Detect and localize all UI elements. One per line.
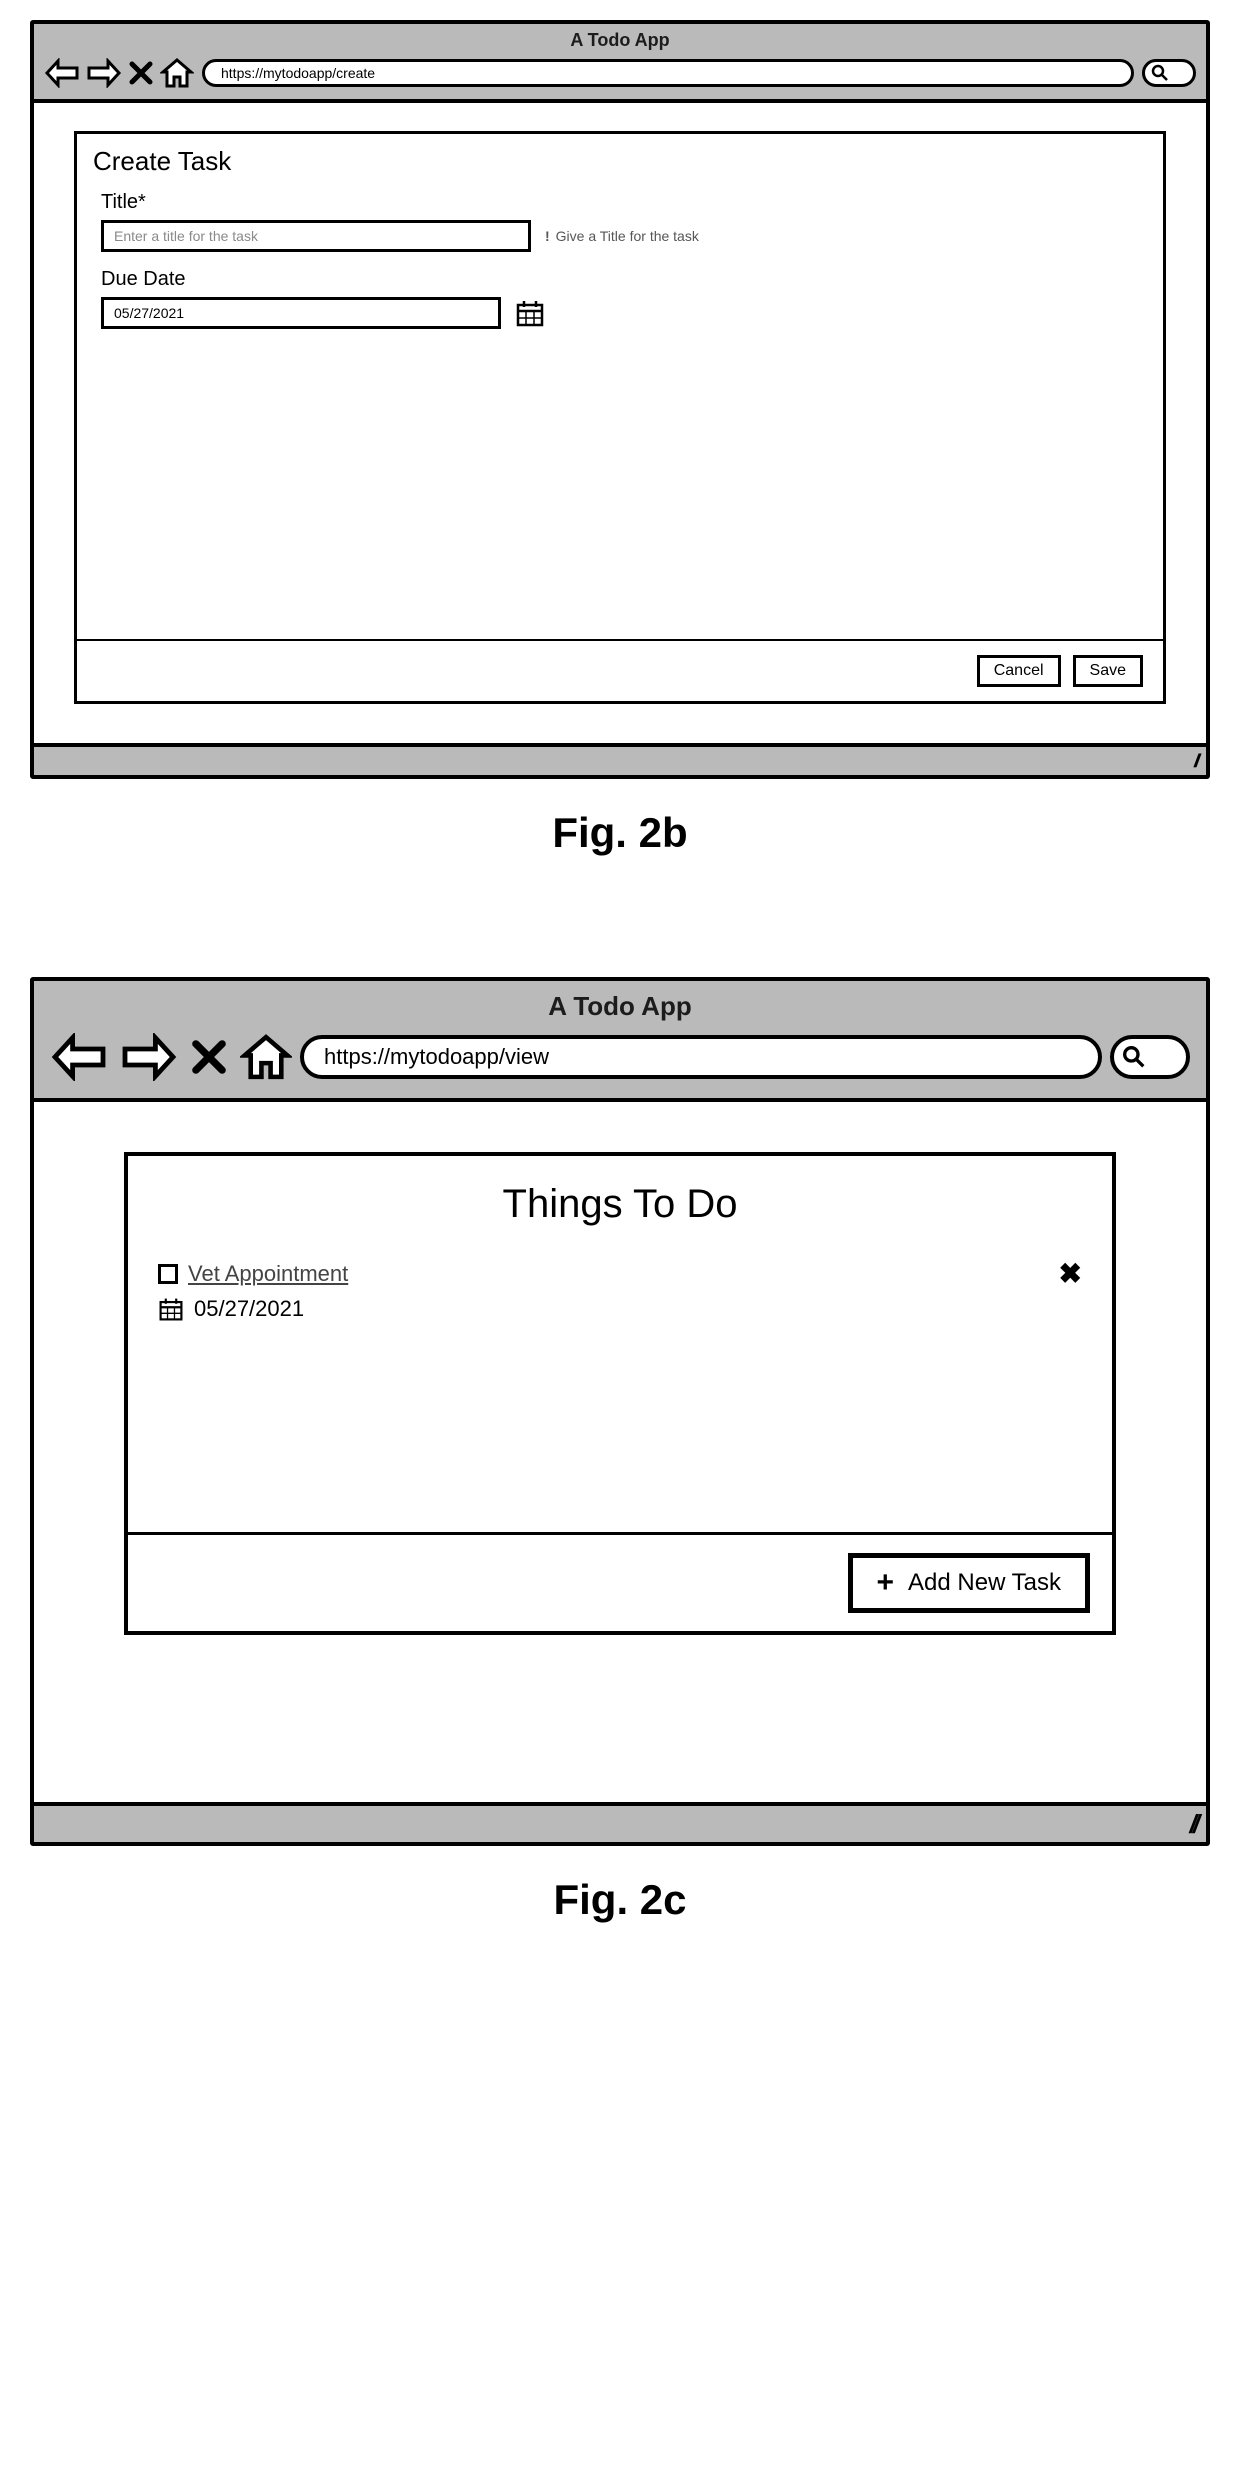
- panel-empty-space: [77, 339, 1163, 639]
- add-button-label: Add New Task: [908, 1569, 1061, 1597]
- stop-icon[interactable]: [190, 1038, 228, 1076]
- status-bar: //: [34, 743, 1206, 775]
- create-task-panel: Create Task Title* ! Give a Title for th…: [74, 131, 1166, 704]
- browser-chrome: A Todo App: [34, 981, 1206, 1102]
- cancel-button[interactable]: Cancel: [977, 655, 1061, 687]
- due-date-label: Due Date: [101, 268, 1139, 291]
- window-title: A Todo App: [50, 991, 1190, 1022]
- todo-list-panel: Things To Do Vet Appointment ✖: [124, 1152, 1116, 1635]
- back-arrow-icon[interactable]: [50, 1033, 108, 1081]
- resize-grip-icon[interactable]: //: [1190, 1809, 1196, 1840]
- plus-icon: +: [877, 1566, 895, 1600]
- task-checkbox[interactable]: [158, 1264, 178, 1284]
- task-title-link[interactable]: Vet Appointment: [188, 1261, 348, 1287]
- panel-heading: Create Task: [77, 134, 1163, 185]
- task-due-date: 05/27/2021: [194, 1296, 304, 1322]
- back-arrow-icon[interactable]: [44, 58, 80, 88]
- browser-toolbar: [50, 1032, 1190, 1082]
- home-icon[interactable]: [160, 57, 194, 89]
- content-area: Create Task Title* ! Give a Title for th…: [34, 103, 1206, 743]
- browser-chrome: A Todo App: [34, 24, 1206, 103]
- warning-icon: !: [545, 228, 550, 244]
- forward-arrow-icon[interactable]: [120, 1033, 178, 1081]
- status-bar: //: [34, 1802, 1206, 1842]
- figure-caption-2c: Fig. 2c: [30, 1876, 1210, 1924]
- search-pill[interactable]: [1110, 1035, 1190, 1079]
- title-label: Title*: [101, 191, 1139, 214]
- stop-icon[interactable]: [128, 60, 154, 86]
- panel-heading: Things To Do: [128, 1156, 1112, 1247]
- url-bar[interactable]: [300, 1035, 1102, 1079]
- panel-footer: Cancel Save: [77, 639, 1163, 701]
- url-input[interactable]: [322, 1043, 1080, 1071]
- home-icon[interactable]: [240, 1032, 292, 1082]
- delete-task-icon[interactable]: ✖: [1059, 1257, 1082, 1290]
- resize-grip-icon[interactable]: //: [1194, 751, 1196, 772]
- save-button[interactable]: Save: [1073, 655, 1143, 687]
- search-pill[interactable]: [1142, 59, 1196, 87]
- due-date-field-group: Due Date: [77, 262, 1163, 339]
- url-input[interactable]: [219, 64, 1117, 82]
- search-icon: [1151, 64, 1169, 82]
- browser-toolbar: [44, 57, 1196, 89]
- task-item: Vet Appointment ✖: [128, 1247, 1112, 1352]
- browser-window-view: A Todo App: [30, 977, 1210, 1846]
- browser-window-create: A Todo App: [30, 20, 1210, 779]
- panel-footer: + Add New Task: [128, 1532, 1112, 1631]
- title-hint: ! Give a Title for the task: [545, 228, 699, 244]
- calendar-icon: [158, 1296, 184, 1322]
- title-input[interactable]: [101, 220, 531, 252]
- window-title: A Todo App: [44, 30, 1196, 51]
- due-date-input[interactable]: [101, 297, 501, 329]
- url-bar[interactable]: [202, 59, 1134, 87]
- forward-arrow-icon[interactable]: [86, 58, 122, 88]
- content-area: Things To Do Vet Appointment ✖: [34, 1102, 1206, 1802]
- calendar-icon[interactable]: [515, 298, 545, 328]
- title-hint-text: Give a Title for the task: [556, 228, 699, 244]
- add-new-task-button[interactable]: + Add New Task: [848, 1553, 1091, 1613]
- title-field-group: Title* ! Give a Title for the task: [77, 185, 1163, 262]
- figure-caption-2b: Fig. 2b: [30, 809, 1210, 857]
- panel-empty-space: [128, 1352, 1112, 1532]
- search-icon: [1122, 1045, 1146, 1069]
